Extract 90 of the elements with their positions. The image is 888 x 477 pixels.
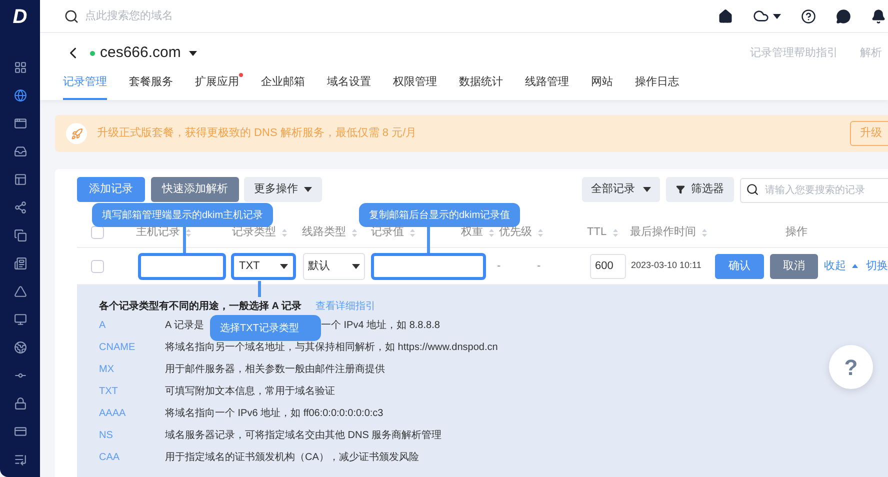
column-header[interactable]: TTL bbox=[587, 224, 607, 241]
record-type-description: 域名服务器记录，可将指定域名交由其他 DNS 服务商解析管理 bbox=[165, 430, 442, 440]
caret-icon bbox=[188, 50, 197, 56]
type-hint-tooltip: 选择TXT记录类型 bbox=[210, 315, 321, 341]
chat-icon[interactable] bbox=[836, 8, 851, 24]
record-type-description: 可填写附加文本信息，常用于域名验证 bbox=[165, 386, 335, 396]
column-header[interactable]: 线路类型 bbox=[302, 224, 346, 241]
column-header[interactable]: 最后操作时间 bbox=[630, 224, 696, 241]
tab[interactable]: 扩展应用 bbox=[195, 73, 239, 100]
domain-search-field[interactable]: 点此搜索您的域名 bbox=[85, 8, 385, 24]
add-record-button[interactable]: 添加记录 bbox=[77, 177, 145, 202]
record-type-label: TXT bbox=[99, 384, 119, 398]
tab[interactable]: 网站 bbox=[591, 73, 613, 100]
record-type-select[interactable]: TXT bbox=[231, 252, 296, 280]
column-header: 操作 bbox=[784, 225, 808, 240]
record-type-label: NS bbox=[99, 428, 114, 442]
window-icon[interactable] bbox=[14, 117, 26, 130]
search-icon bbox=[746, 183, 759, 196]
domain-selector[interactable]: ces666.com bbox=[100, 42, 197, 64]
record-type-label: MX bbox=[99, 362, 115, 376]
value-hint-tooltip: 复制邮箱后台显示的dkim记录值 bbox=[359, 203, 520, 227]
leader-line bbox=[183, 227, 186, 253]
caret-icon bbox=[304, 187, 312, 192]
column-header[interactable]: 优先级 bbox=[499, 224, 532, 241]
record-type-description: 将域名指向另一个域名地址，与其保持相同解析，如 https://www.dnspod.cn bbox=[165, 342, 498, 352]
tab[interactable]: 记录管理 bbox=[63, 73, 107, 100]
switch-link[interactable]: 切换 bbox=[866, 258, 888, 274]
filter-button[interactable]: 筛选器 bbox=[666, 177, 734, 202]
tab[interactable]: 域名设置 bbox=[327, 73, 371, 100]
priority-cell-text: - bbox=[537, 258, 542, 274]
record-type-label: CNAME bbox=[99, 340, 136, 354]
host-hint-tooltip: 填写邮箱管理端显示的dkim主机记录 bbox=[92, 203, 274, 227]
card-icon[interactable] bbox=[14, 425, 26, 438]
record-type-label: AAAA bbox=[99, 406, 127, 420]
logo: D bbox=[12, 6, 28, 26]
caret-icon bbox=[280, 264, 288, 268]
record-type-description: 用于邮件服务器，相关参数一般由邮件注册商提供 bbox=[165, 364, 385, 374]
tab[interactable]: 线路管理 bbox=[525, 73, 569, 100]
rocket-icon bbox=[70, 128, 82, 140]
layout-icon[interactable] bbox=[14, 173, 26, 186]
cloud-icon[interactable] bbox=[753, 8, 769, 24]
more-actions-button[interactable]: 更多操作 bbox=[244, 177, 322, 202]
help-title: 各个记录类型有不同的用途，一般选择 A 记录 bbox=[99, 300, 302, 314]
record-value-field[interactable] bbox=[371, 252, 486, 280]
inbox-icon[interactable] bbox=[14, 145, 26, 158]
search-icon[interactable] bbox=[64, 8, 79, 24]
filter-icon bbox=[676, 185, 685, 194]
help-icon[interactable] bbox=[801, 8, 816, 24]
host-record-field[interactable] bbox=[138, 252, 226, 280]
tab[interactable]: 数据统计 bbox=[459, 73, 503, 100]
time-cell-text: 2023-03-10 10:11 bbox=[631, 259, 702, 272]
caret-icon bbox=[773, 14, 781, 18]
row-checkbox[interactable] bbox=[91, 260, 104, 272]
record-type-label: A bbox=[99, 318, 107, 332]
tab[interactable]: 权限管理 bbox=[393, 73, 437, 100]
notification-icon[interactable] bbox=[871, 8, 886, 24]
list-icon[interactable] bbox=[14, 453, 26, 466]
home-icon[interactable] bbox=[718, 8, 733, 24]
copy-icon[interactable] bbox=[14, 229, 26, 242]
quick-add-button[interactable]: 快速添加解析 bbox=[151, 177, 239, 202]
cancel-button[interactable]: 取消 bbox=[770, 254, 818, 278]
confirm-button[interactable]: 确认 bbox=[715, 254, 764, 278]
record-search-field[interactable]: 请输入您要搜索的记录 bbox=[740, 178, 888, 203]
line-type-select[interactable]: 默认 bbox=[303, 252, 365, 280]
weight-cell-text: - bbox=[497, 258, 502, 274]
tab[interactable]: 套餐服务 bbox=[129, 73, 173, 100]
globe-icon[interactable] bbox=[14, 89, 26, 102]
ttl-field[interactable]: 600 bbox=[590, 254, 626, 278]
earth-icon[interactable] bbox=[14, 341, 26, 354]
up-caret-icon bbox=[852, 264, 858, 268]
record-type-label: CAA bbox=[99, 450, 121, 464]
caret-icon bbox=[643, 187, 651, 192]
share-icon[interactable] bbox=[14, 201, 26, 214]
lock-icon[interactable] bbox=[14, 397, 26, 410]
guide-link[interactable]: 查看详细指引 bbox=[315, 299, 376, 314]
document-icon[interactable] bbox=[14, 257, 26, 270]
record-type-description: A 记录是 bbox=[165, 320, 204, 330]
tab[interactable]: 企业邮箱 bbox=[261, 73, 305, 100]
grid-icon[interactable] bbox=[14, 61, 26, 74]
record-type-description: 一个 IPv4 地址，如 8.8.8.8 bbox=[321, 320, 440, 330]
record-type-description: 用于指定域名的证书颁发机构（CA），减少证书颁发风险 bbox=[165, 452, 419, 462]
collapse-link[interactable]: 收起 bbox=[824, 258, 846, 274]
tab[interactable]: 操作日志 bbox=[635, 73, 679, 100]
triangle-icon[interactable] bbox=[14, 285, 26, 298]
record-type-description: 将域名指向一个 IPv6 地址，如 ff06:0:0:0:0:0:0:c3 bbox=[165, 408, 384, 418]
monitor-icon[interactable] bbox=[14, 313, 26, 326]
banner-text: 升级正式版套餐，获得更极致的 DNS 解析服务，最低仅需 8 元/月 bbox=[97, 126, 417, 142]
caret-icon bbox=[352, 264, 360, 268]
leader-line bbox=[427, 227, 430, 253]
all-records-dropdown[interactable]: 全部记录 bbox=[582, 177, 660, 202]
